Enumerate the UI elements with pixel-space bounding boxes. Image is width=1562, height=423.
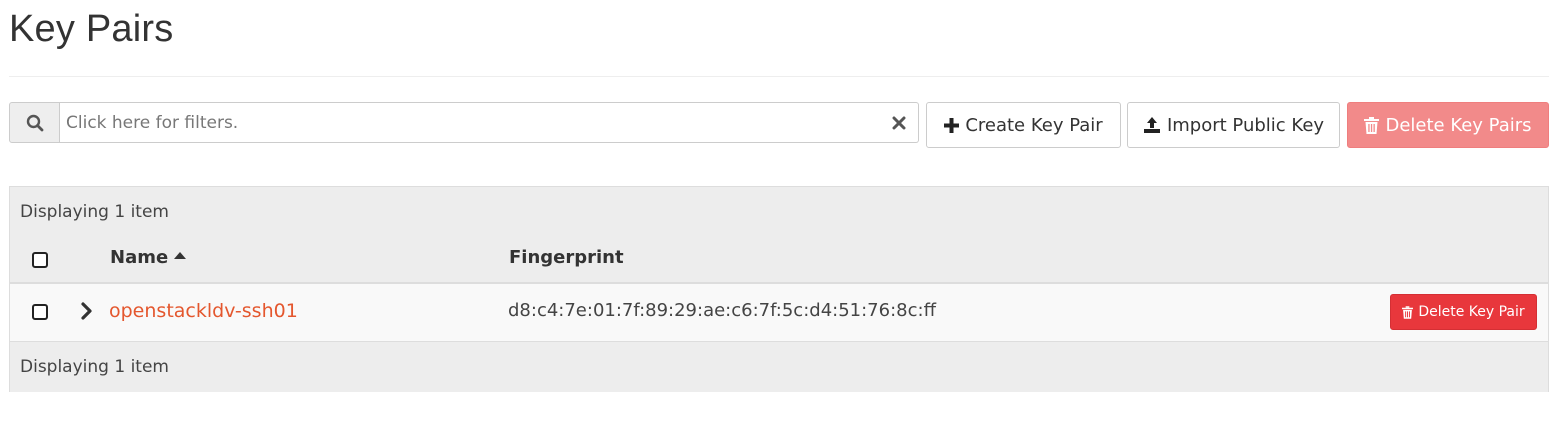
filter-input[interactable]	[60, 103, 918, 142]
trash-icon	[1402, 305, 1414, 319]
delete-key-pair-label: Delete Key Pair	[1418, 304, 1525, 320]
sort-up-icon	[174, 252, 187, 259]
create-key-pair-label: Create Key Pair	[965, 114, 1103, 136]
trash-icon	[1364, 116, 1380, 134]
title-divider	[9, 76, 1549, 77]
import-public-key-label: Import Public Key	[1166, 114, 1325, 136]
import-public-key-button[interactable]: Import Public Key	[1127, 102, 1340, 148]
filter-input-wrap	[60, 102, 919, 143]
table-row: openstackldv-ssh01 d8:c4:7e:01:7f:89:29:…	[10, 284, 1548, 342]
item-count-top: Displaying 1 item	[10, 187, 1548, 236]
chevron-right-icon[interactable]	[80, 301, 94, 321]
plus-icon	[944, 117, 960, 133]
upload-icon	[1143, 117, 1160, 133]
page-title: Key Pairs	[9, 8, 174, 50]
delete-key-pairs-button[interactable]: Delete Key Pairs	[1347, 102, 1549, 148]
column-header-fingerprint[interactable]: Fingerprint	[509, 247, 624, 268]
key-pairs-table: Displaying 1 item Name Fingerprint opens…	[9, 186, 1549, 392]
column-header-name[interactable]: Name	[110, 247, 187, 268]
delete-key-pairs-label: Delete Key Pairs	[1385, 114, 1532, 136]
column-header-name-label: Name	[110, 247, 169, 268]
create-key-pair-button[interactable]: Create Key Pair	[926, 102, 1121, 148]
key-pair-name-link[interactable]: openstackldv-ssh01	[109, 300, 298, 322]
select-all-checkbox[interactable]	[32, 252, 48, 268]
table-header-row: Name Fingerprint	[10, 236, 1548, 284]
delete-key-pair-button[interactable]: Delete Key Pair	[1390, 294, 1537, 330]
search-icon	[26, 114, 43, 131]
search-addon[interactable]	[9, 102, 60, 143]
item-count-bottom: Displaying 1 item	[10, 342, 1548, 392]
filter-bar	[9, 102, 919, 143]
key-pair-fingerprint: d8:c4:7e:01:7f:89:29:ae:c6:7f:5c:d4:51:7…	[508, 300, 936, 321]
row-checkbox[interactable]	[32, 304, 48, 320]
clear-icon[interactable]	[890, 114, 908, 132]
